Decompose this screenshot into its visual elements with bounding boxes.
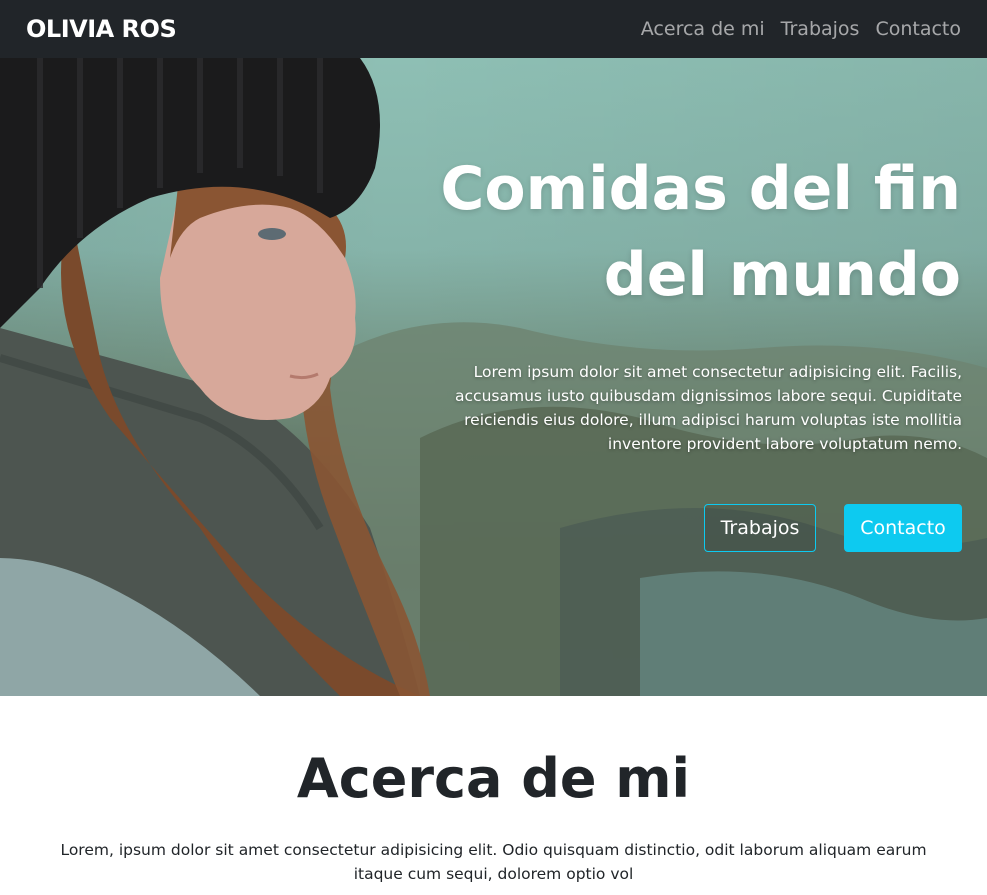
contacto-button[interactable]: Contacto bbox=[844, 504, 962, 552]
nav-links: Acerca de mi Trabajos Contacto bbox=[641, 18, 961, 40]
nav-link-trabajos[interactable]: Trabajos bbox=[781, 18, 860, 40]
hero-description: Lorem ipsum dolor sit amet consectetur a… bbox=[455, 363, 962, 453]
hero-title-line-2: del mundo bbox=[603, 240, 961, 310]
about-title: Acerca de mi bbox=[296, 747, 691, 810]
navbar: OLIVIA ROS Acerca de mi Trabajos Contact… bbox=[0, 0, 987, 58]
hero-title: Comidas del fin del mundo bbox=[361, 146, 961, 318]
nav-link-acerca[interactable]: Acerca de mi bbox=[641, 18, 765, 40]
nav-link-contacto[interactable]: Contacto bbox=[875, 18, 961, 40]
hero-section: Comidas del fin del mundo Lorem ipsum do… bbox=[0, 58, 987, 696]
about-description: Lorem, ipsum dolor sit amet consectetur … bbox=[60, 841, 927, 883]
hero-title-line-1: Comidas del fin bbox=[440, 154, 961, 224]
brand-logo[interactable]: OLIVIA ROS bbox=[26, 15, 177, 43]
trabajos-button[interactable]: Trabajos bbox=[704, 504, 816, 552]
about-section: Acerca de mi Lorem, ipsum dolor sit amet… bbox=[0, 696, 987, 895]
